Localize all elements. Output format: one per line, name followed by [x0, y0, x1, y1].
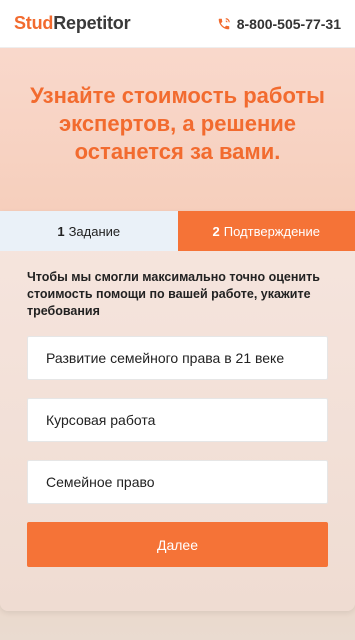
subject-field[interactable]: Семейное право	[27, 460, 328, 504]
work-type-field[interactable]: Курсовая работа	[27, 398, 328, 442]
phone-icon	[217, 17, 231, 31]
tab-confirmation-number: 2	[212, 223, 220, 239]
order-form-card: 1 Задание 2 Подтверждение Чтобы мы смогл…	[0, 211, 355, 611]
tab-task-label: Задание	[68, 223, 121, 239]
logo-part-stud: Stud	[14, 13, 54, 33]
tab-confirmation-label: Подтверждение	[223, 223, 320, 239]
page: StudRepetitor 8-800-505-77-31 Узнайте ст…	[0, 0, 355, 640]
logo[interactable]: StudRepetitor	[14, 13, 131, 34]
page-title: Узнайте стоимость работы экспертов, а ре…	[30, 83, 325, 164]
tab-task-number: 1	[57, 223, 65, 239]
phone-link[interactable]: 8-800-505-77-31	[217, 16, 341, 32]
step-tabs: 1 Задание 2 Подтверждение	[0, 211, 355, 251]
form-instruction: Чтобы мы смогли максимально точно оценит…	[27, 270, 320, 318]
top-bar: StudRepetitor 8-800-505-77-31	[0, 0, 355, 48]
tab-task[interactable]: 1 Задание	[0, 211, 178, 251]
topic-field[interactable]: Развитие семейного права в 21 веке	[27, 336, 328, 380]
next-button[interactable]: Далее	[27, 522, 328, 567]
phone-number: 8-800-505-77-31	[236, 15, 341, 32]
logo-part-repetitor: Repetitor	[53, 13, 131, 33]
tab-confirmation[interactable]: 2 Подтверждение	[177, 211, 355, 251]
